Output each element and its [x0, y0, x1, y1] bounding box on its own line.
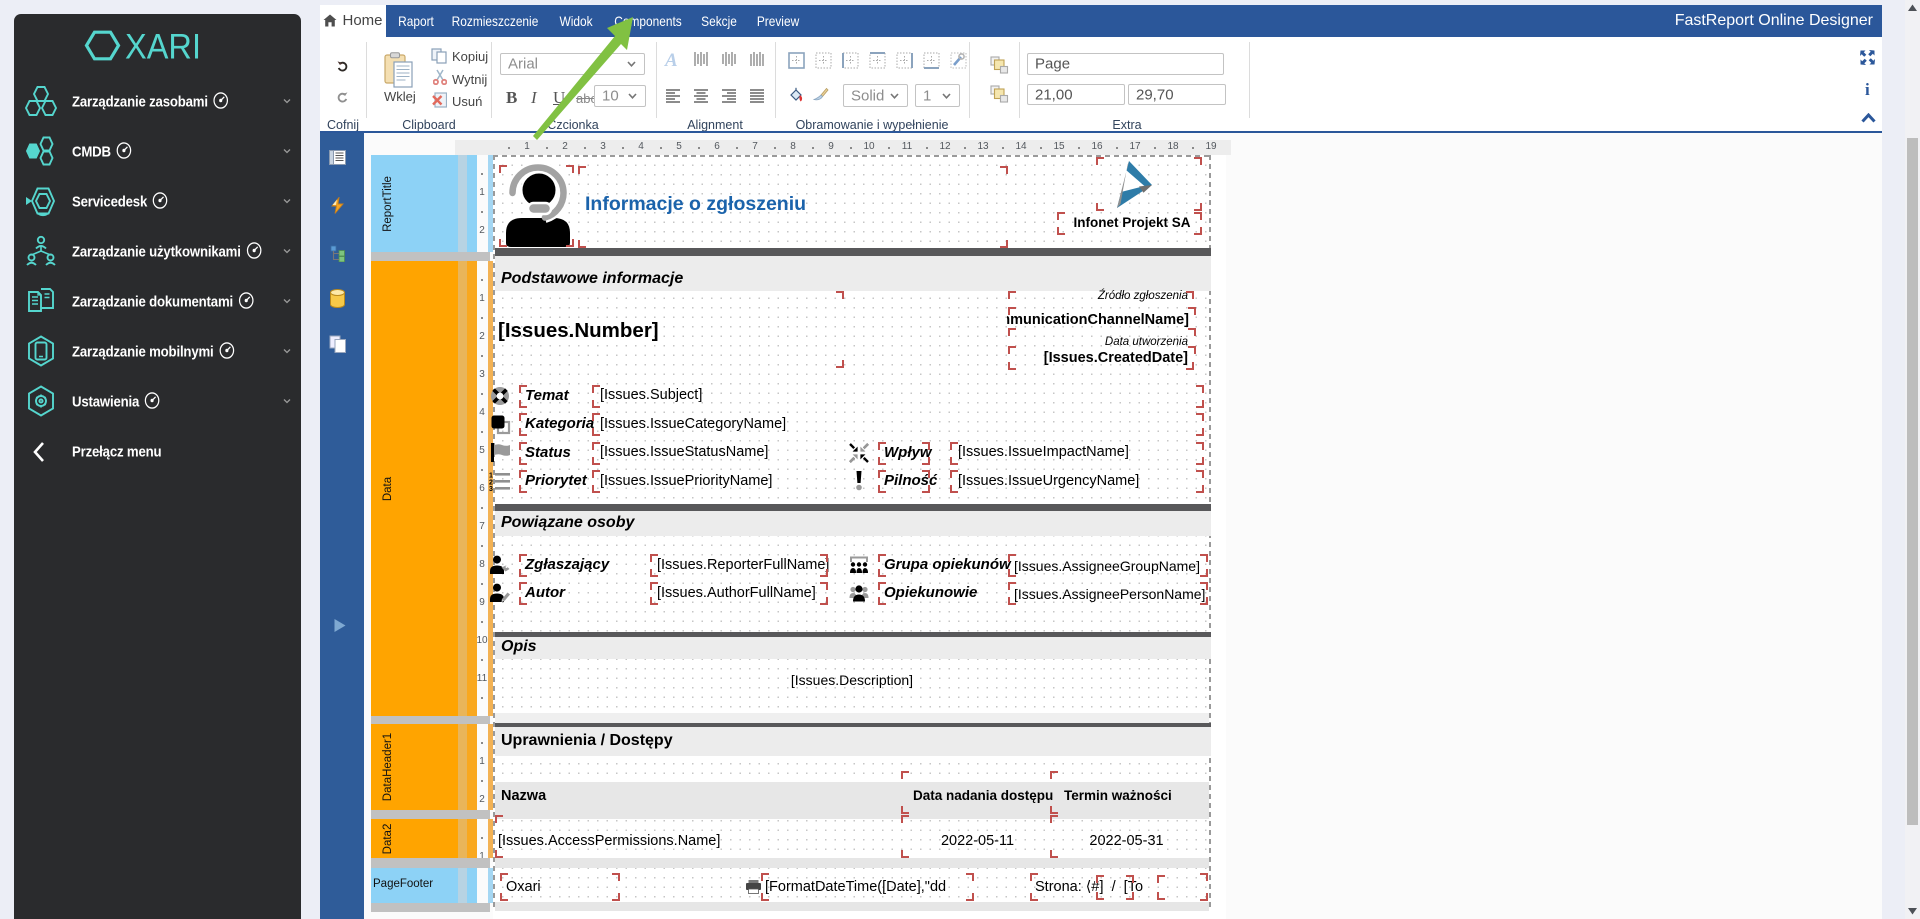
svg-text:XARI: XARI [125, 30, 201, 62]
svg-text:3: 3 [489, 486, 493, 491]
svg-text:1: 1 [489, 473, 493, 480]
